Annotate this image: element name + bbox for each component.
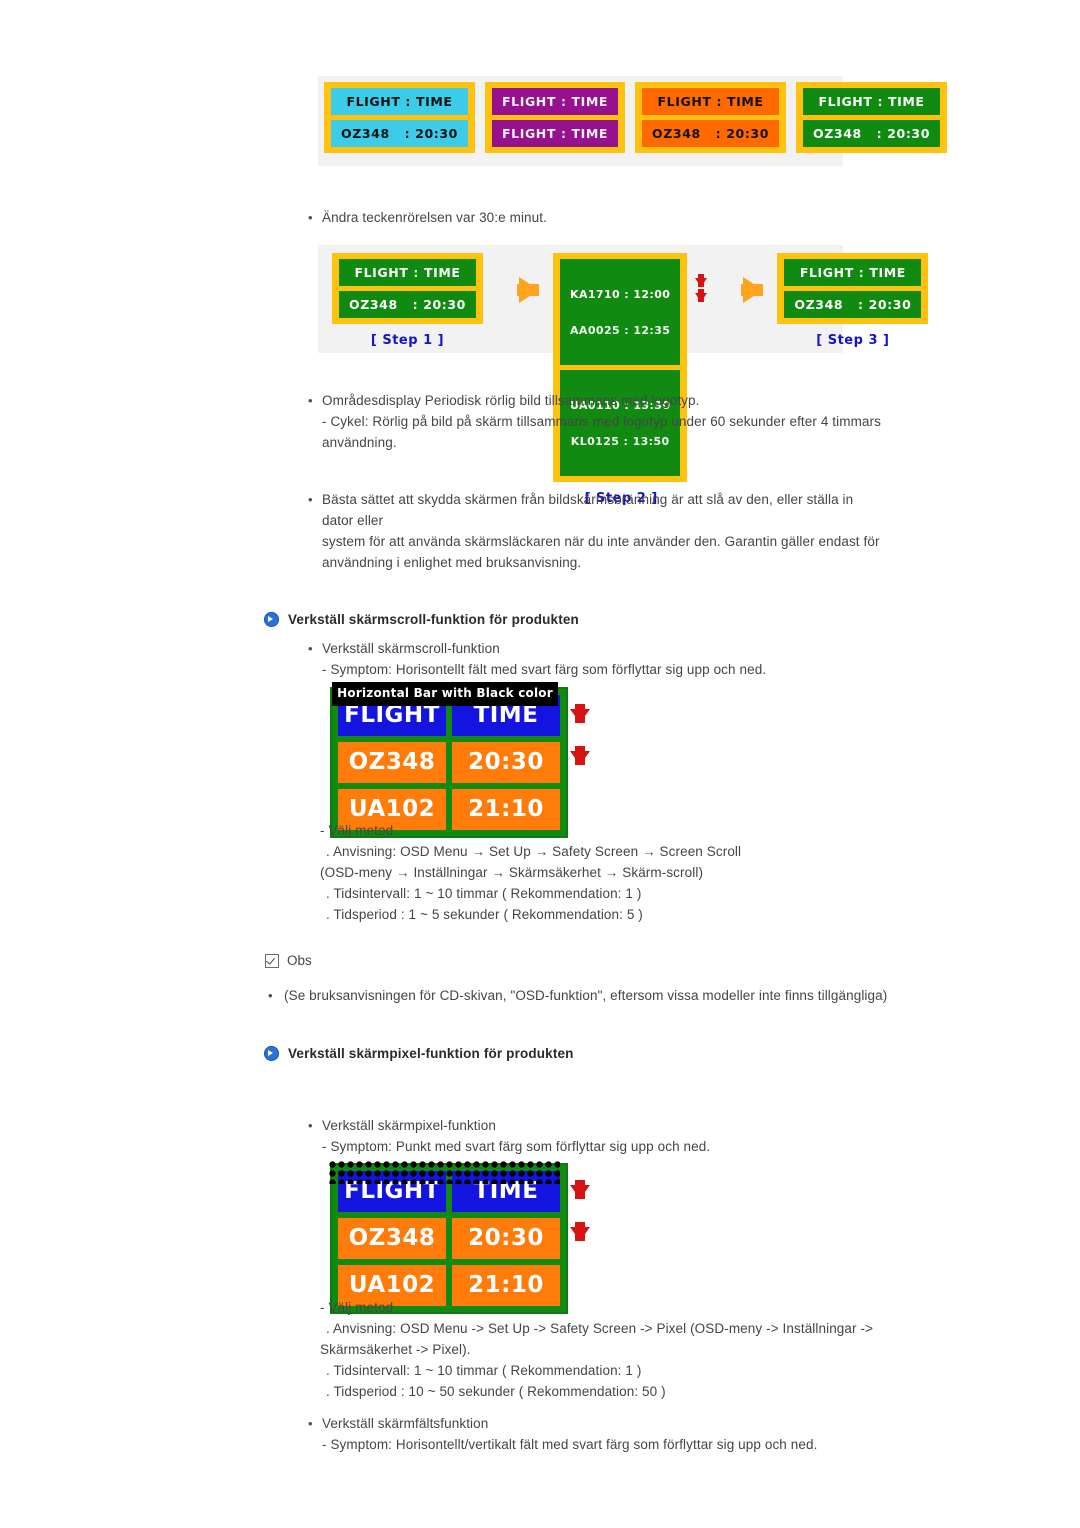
down-arrow-icon <box>570 1180 590 1199</box>
field-bullet-text: Verkställ skärmfältsfunktion <box>322 1416 489 1431</box>
scroll-method-line: . Anvisning: OSD Menu → Set Up → Safety … <box>326 844 742 859</box>
step-diagram: FLIGHT : TIME OZ348 : 20:30 [ Step 1 ] K… <box>318 245 929 506</box>
step-3: FLIGHT : TIME OZ348 : 20:30 [ Step 3 ] <box>777 253 929 348</box>
color-panel-strip: FLIGHT : TIME OZ348 : 20:30 FLIGHT : TIM… <box>318 76 948 166</box>
note-heading: Obs <box>265 953 312 968</box>
scroll-method-line: - Välj metod <box>320 823 394 838</box>
board-cell: 20:30 <box>452 742 560 783</box>
pixel-method-line: . Anvisning: OSD Menu -> Set Up -> Safet… <box>326 1321 874 1336</box>
step3-label: [ Step 3 ] <box>816 333 890 348</box>
step-2: KA1710 : 12:00 AA0025 : 12:35 UA0110 : 1… <box>552 253 708 506</box>
step3-line-2: OZ348 : 20:30 <box>784 291 922 318</box>
horizontal-black-bar-overlay: Horizontal Bar with Black color <box>332 682 558 706</box>
step1-line-1: FLIGHT : TIME <box>339 259 476 286</box>
note-label: Obs <box>287 953 312 968</box>
step3-line-1: FLIGHT : TIME <box>784 259 922 286</box>
scroll-section-heading: Verkställ skärmscroll-funktion för produ… <box>264 612 579 627</box>
bullet-dot: • <box>308 210 313 225</box>
bullet-dot: • <box>308 641 313 656</box>
board-cell: 20:30 <box>452 1218 560 1259</box>
step2-bar1-bottom: AA0025 : 12:35 <box>570 325 671 335</box>
bullet-dot: • <box>308 1118 313 1133</box>
scroll-bullet-text: Verkställ skärmscroll-funktion <box>322 641 500 656</box>
arrow-1-holder <box>483 253 553 327</box>
panel-line-1: FLIGHT : TIME <box>331 88 468 115</box>
scroll-board-down-arrows <box>566 690 590 765</box>
area-display-line3: användning. <box>322 435 397 450</box>
purple-panel: FLIGHT : TIME FLIGHT : TIME <box>484 82 626 153</box>
scroll-method-line: . Tidsintervall: 1 ~ 10 timmar ( Rekomme… <box>326 886 642 901</box>
pixel-section-title: Verkställ skärmpixel-funktion för produk… <box>288 1046 574 1061</box>
checkbox-checked-icon <box>265 953 279 968</box>
bullet-dot: • <box>308 393 313 408</box>
pixel-method-line: Skärmsäkerhet -> Pixel). <box>320 1342 471 1357</box>
area-display-line2: - Cykel: Rörlig på bild på skärm tillsam… <box>322 414 881 429</box>
panel-line-1: FLIGHT : TIME <box>642 88 780 115</box>
note-row: • (Se bruksanvisningen för CD-skivan, "O… <box>268 985 968 1006</box>
scroll-flight-board: FLIGHT TIME OZ348 20:30 UA102 21:10 <box>330 687 568 838</box>
arrow-circle-icon <box>264 612 279 627</box>
step2-bar1-top: KA1710 : 12:00 <box>570 289 671 299</box>
pixel-method-block: - Välj metod . Anvisning: OSD Menu -> Se… <box>320 1297 890 1402</box>
pixel-flight-board: FLIGHT TIME OZ348 20:30 UA102 21:10 <box>330 1163 568 1314</box>
down-arrow-icon <box>695 289 708 302</box>
scroll-method-line: . Tidsperiod : 1 ~ 5 sekunder ( Rekommen… <box>326 907 643 922</box>
orange-panel: FLIGHT : TIME OZ348 : 20:30 <box>635 82 787 153</box>
panel-line-1: FLIGHT : TIME <box>803 88 941 115</box>
scroll-method-block: - Välj metod . Anvisning: OSD Menu → Set… <box>320 820 880 925</box>
panel-line-2: OZ348 : 20:30 <box>331 120 468 147</box>
pixel-method-line: . Tidsintervall: 1 ~ 10 timmar ( Rekomme… <box>326 1363 642 1378</box>
scroll-section-title: Verkställ skärmscroll-funktion för produ… <box>288 612 579 627</box>
step1-line-2: OZ348 : 20:30 <box>339 291 476 318</box>
pixel-bullet-text: Verkställ skärmpixel-funktion <box>322 1118 496 1133</box>
best-way-line2: system för att använda skärmsläckaren nä… <box>322 534 880 549</box>
step-1: FLIGHT : TIME OZ348 : 20:30 [ Step 1 ] <box>332 253 483 348</box>
field-bullet-row: • Verkställ skärmfältsfunktion - Symptom… <box>308 1413 948 1455</box>
bullet-dot: • <box>268 988 273 1003</box>
step2-bar-1: KA1710 : 12:00 AA0025 : 12:35 <box>559 259 681 365</box>
step1-label: [ Step 1 ] <box>370 333 445 348</box>
step3-panel: FLIGHT : TIME OZ348 : 20:30 <box>777 253 929 324</box>
pixel-method-line: - Välj metod <box>320 1300 394 1315</box>
right-arrow-icon <box>516 277 539 303</box>
down-arrow-icon <box>695 274 708 287</box>
best-way-line3: användning i enlighet med bruksanvisning… <box>322 555 582 570</box>
right-arrow-icon <box>741 277 764 303</box>
field-symptom-text: - Symptom: Horisontellt/vertikalt fält m… <box>322 1437 818 1452</box>
document-page: FLIGHT : TIME OZ348 : 20:30 FLIGHT : TIM… <box>0 0 1080 1528</box>
cyan-panel: FLIGHT : TIME OZ348 : 20:30 <box>324 82 475 153</box>
pixel-method-line: . Tidsperiod : 10 ~ 50 sekunder ( Rekomm… <box>326 1384 666 1399</box>
scroll-bullet-row: • Verkställ skärmscroll-funktion - Sympt… <box>308 638 908 680</box>
green-panel: FLIGHT : TIME OZ348 : 20:30 <box>796 82 948 153</box>
black-pixel-dots-overlay <box>328 1160 560 1184</box>
area-display-row: • Områdesdisplay Periodisk rörlig bild t… <box>308 390 888 453</box>
arrow-2-holder <box>707 253 777 327</box>
down-arrow-icon <box>570 746 590 765</box>
best-way-row: • Bästa sättet att skydda skärmen från b… <box>308 489 888 573</box>
panel-line-2: OZ348 : 20:30 <box>642 120 780 147</box>
board-cell: OZ348 <box>338 1218 446 1259</box>
bullet-dot: • <box>308 1416 313 1431</box>
step1-panel: FLIGHT : TIME OZ348 : 20:30 <box>332 253 483 324</box>
note-text: (Se bruksanvisningen för CD-skivan, "OSD… <box>284 988 888 1003</box>
char-move-note-row: • Ändra teckenrörelsen var 30:e minut. <box>308 207 908 228</box>
down-arrow-icon <box>570 704 590 723</box>
pixel-board-down-arrows <box>566 1166 590 1241</box>
pixel-symptom-text: - Symptom: Punkt med svart färg som förf… <box>322 1139 711 1154</box>
arrow-circle-icon <box>264 1046 279 1061</box>
step2-down-arrows <box>687 253 708 327</box>
panel-line-1: FLIGHT : TIME <box>491 88 619 115</box>
bullet-dot: • <box>308 492 313 507</box>
pixel-section-heading: Verkställ skärmpixel-funktion för produk… <box>264 1046 574 1061</box>
panel-line-2: OZ348 : 20:30 <box>803 120 941 147</box>
down-arrow-icon <box>570 1222 590 1241</box>
char-move-note-text: Ändra teckenrörelsen var 30:e minut. <box>322 210 547 225</box>
panel-line-2: FLIGHT : TIME <box>491 120 619 147</box>
best-way-line1: Bästa sättet att skydda skärmen från bil… <box>322 492 854 528</box>
board-cell: OZ348 <box>338 742 446 783</box>
pixel-bullet-row: • Verkställ skärmpixel-funktion - Sympto… <box>308 1115 908 1157</box>
scroll-symptom-text: - Symptom: Horisontellt fält med svart f… <box>322 662 767 677</box>
area-display-bullet: Områdesdisplay Periodisk rörlig bild til… <box>322 393 700 408</box>
scroll-method-line: (OSD-meny → Inställningar → Skärmsäkerhe… <box>320 865 704 880</box>
